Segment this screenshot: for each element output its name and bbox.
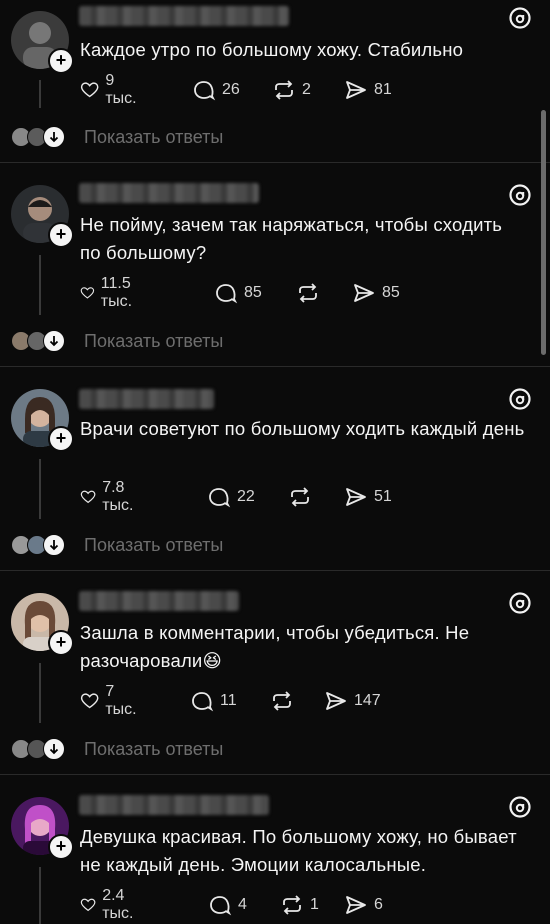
follow-plus-icon[interactable]: + xyxy=(48,630,74,656)
comment-icon xyxy=(210,896,232,916)
share-icon xyxy=(326,692,346,710)
share-icon xyxy=(346,896,366,914)
scrollbar[interactable] xyxy=(541,110,546,355)
post-text: Девушка красивая. По большому хожу, но б… xyxy=(80,826,517,875)
thread-line xyxy=(39,867,41,924)
show-replies-link[interactable]: Показать ответы xyxy=(84,331,223,352)
share-button[interactable]: 51 xyxy=(344,483,392,511)
threads-logo-icon[interactable] xyxy=(508,387,532,411)
like-button[interactable]: 7 тыс. xyxy=(80,683,141,718)
heart-icon xyxy=(80,898,96,912)
comment-button[interactable]: 22 xyxy=(207,483,255,511)
threads-logo-icon[interactable] xyxy=(508,183,532,207)
share-count: 6 xyxy=(374,896,383,913)
reply-avatars[interactable] xyxy=(11,122,65,152)
comment-count: 4 xyxy=(238,896,247,913)
share-button[interactable]: 81 xyxy=(344,76,392,104)
like-count: 2.4 тыс. xyxy=(102,887,134,922)
reply-avatars[interactable] xyxy=(11,734,65,764)
share-button[interactable]: 147 xyxy=(324,687,381,715)
divider xyxy=(0,570,550,571)
threads-logo-icon[interactable] xyxy=(508,591,532,615)
post-text: Каждое утро по большому хожу. Стабильно xyxy=(80,39,464,60)
comment-icon xyxy=(216,284,238,304)
follow-plus-icon[interactable]: + xyxy=(48,426,74,452)
chevron-down-icon[interactable] xyxy=(43,534,65,556)
repost-button[interactable]: 2 xyxy=(272,76,311,104)
follow-plus-icon[interactable]: + xyxy=(48,48,74,74)
show-replies-link[interactable]: Показать ответы xyxy=(84,739,223,760)
comment-icon xyxy=(194,81,216,101)
comment-count: 22 xyxy=(237,488,255,505)
chevron-down-icon[interactable] xyxy=(43,126,65,148)
chevron-down-icon[interactable] xyxy=(43,330,65,352)
repost-count: 1 xyxy=(310,896,319,913)
thread-line xyxy=(39,663,41,723)
post-text: Не пойму, зачем так наряжаться, чтобы сх… xyxy=(80,214,503,263)
divider xyxy=(0,366,550,367)
heart-icon xyxy=(80,82,99,98)
thread-line xyxy=(39,459,41,519)
comment-icon xyxy=(209,488,231,508)
like-count: 7.8 тыс. xyxy=(102,479,134,514)
username-blurred[interactable] xyxy=(79,591,239,611)
repost-icon xyxy=(275,80,293,100)
comment-button[interactable]: 4 xyxy=(208,891,247,919)
repost-icon xyxy=(291,487,309,507)
comment-count: 85 xyxy=(244,284,262,301)
share-icon xyxy=(346,488,366,506)
repost-button[interactable]: 1 xyxy=(280,891,319,919)
share-button[interactable]: 85 xyxy=(352,279,400,307)
like-count: 11.5 тыс. xyxy=(100,275,133,310)
repost-icon xyxy=(273,691,291,711)
repost-icon xyxy=(299,283,317,303)
divider xyxy=(0,774,550,775)
like-count: 7 тыс. xyxy=(105,683,137,718)
comment-icon xyxy=(192,692,214,712)
like-button[interactable]: 2.4 тыс. xyxy=(80,887,141,922)
username-blurred[interactable] xyxy=(79,6,289,26)
share-button[interactable]: 6 xyxy=(344,891,383,919)
post-text: Врачи советуют по большому ходить каждый… xyxy=(80,418,525,439)
repost-button[interactable] xyxy=(288,483,318,511)
share-icon xyxy=(346,81,366,99)
thread-line xyxy=(39,80,41,108)
chevron-down-icon[interactable] xyxy=(43,738,65,760)
repost-count: 2 xyxy=(302,81,311,98)
repost-button[interactable] xyxy=(270,687,300,715)
share-count: 81 xyxy=(374,81,392,98)
comment-count: 26 xyxy=(222,81,240,98)
heart-icon xyxy=(80,490,96,504)
follow-plus-icon[interactable]: + xyxy=(48,222,74,248)
comment-button[interactable]: 11 xyxy=(190,687,237,715)
username-blurred[interactable] xyxy=(79,183,259,203)
reply-avatars[interactable] xyxy=(11,530,65,560)
show-replies-link[interactable]: Показать ответы xyxy=(84,127,223,148)
username-blurred[interactable] xyxy=(79,389,214,409)
comment-button[interactable]: 26 xyxy=(192,76,240,104)
threads-logo-icon[interactable] xyxy=(508,795,532,819)
share-count: 51 xyxy=(374,488,392,505)
show-replies-link[interactable]: Показать ответы xyxy=(84,535,223,556)
share-count: 85 xyxy=(382,284,400,301)
comment-count: 11 xyxy=(220,692,237,709)
comment-button[interactable]: 85 xyxy=(214,279,262,307)
username-blurred[interactable] xyxy=(79,795,269,815)
follow-plus-icon[interactable]: + xyxy=(48,834,74,860)
reply-avatars[interactable] xyxy=(11,326,65,356)
like-count: 9 тыс. xyxy=(105,72,137,107)
heart-icon xyxy=(80,693,99,709)
thread-line xyxy=(39,255,41,315)
threads-logo-icon[interactable] xyxy=(508,6,532,30)
share-icon xyxy=(354,284,374,302)
share-count: 147 xyxy=(354,692,381,709)
like-button[interactable]: 11.5 тыс. xyxy=(80,275,141,310)
heart-icon xyxy=(80,287,95,299)
post-text: Зашла в комментарии, чтобы убедиться. Не… xyxy=(80,622,470,671)
like-button[interactable]: 7.8 тыс. xyxy=(80,479,141,514)
repost-icon xyxy=(283,895,301,915)
divider xyxy=(0,162,550,163)
repost-button[interactable] xyxy=(296,279,326,307)
like-button[interactable]: 9 тыс. xyxy=(80,72,141,107)
